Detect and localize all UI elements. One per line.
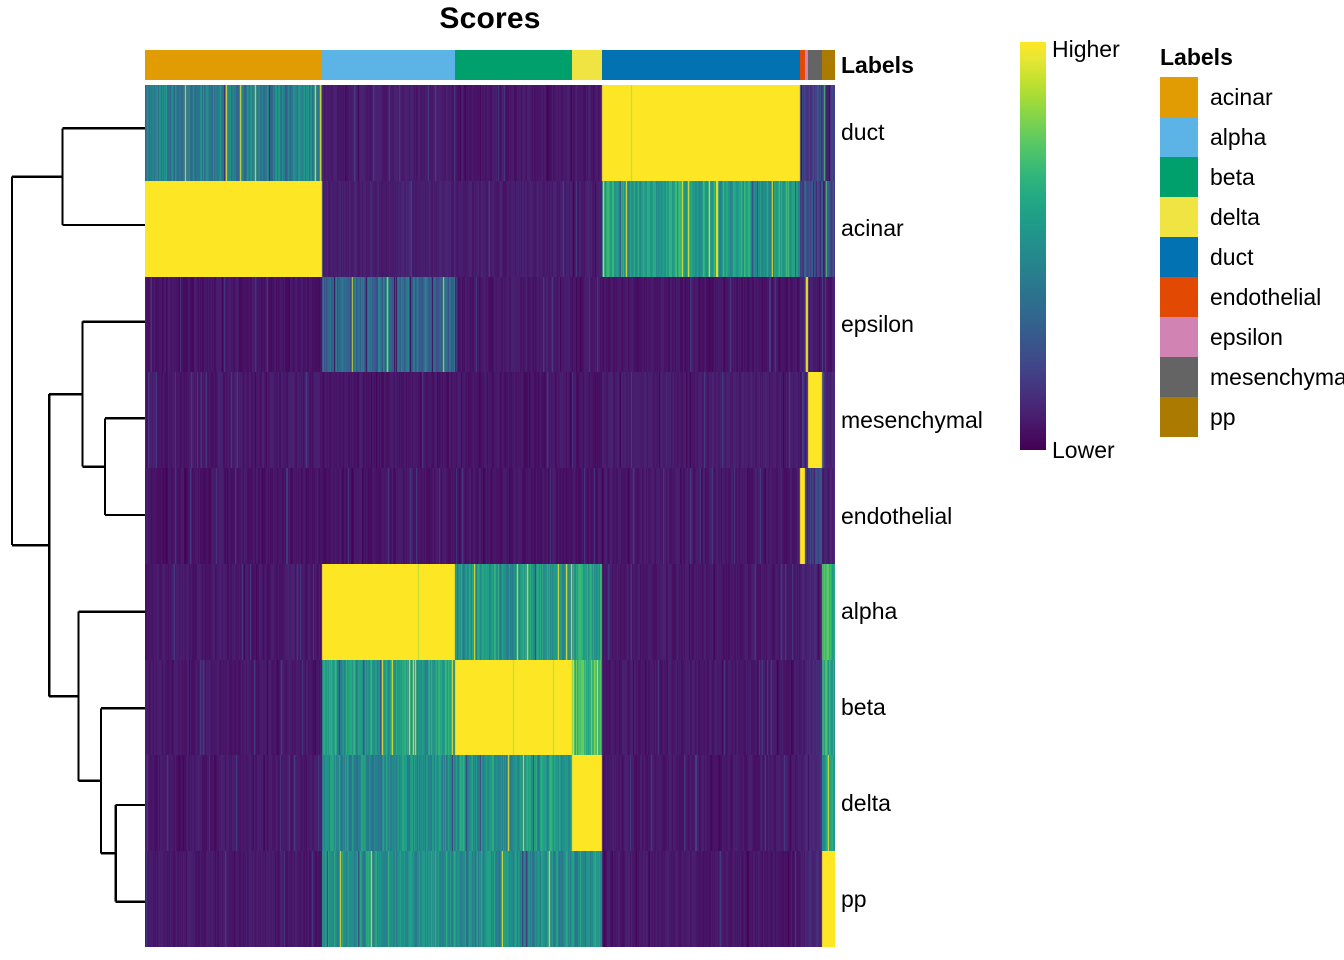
row-label-duct: duct <box>841 119 885 146</box>
heatmap-row <box>145 851 835 948</box>
legend-item-endothelial: endothelial <box>1160 277 1344 317</box>
legend-swatch-beta <box>1160 157 1198 197</box>
legend-item-acinar: acinar <box>1160 77 1344 117</box>
legend-label: acinar <box>1210 83 1273 110</box>
legend-swatch-duct <box>1160 237 1198 277</box>
legend-label: duct <box>1210 243 1254 270</box>
row-label-epsilon: epsilon <box>841 310 914 337</box>
legend-title: Labels <box>1160 44 1233 70</box>
annotation-segment-duct <box>602 50 801 80</box>
legend-label: epsilon <box>1210 323 1283 350</box>
annotation-segment-beta <box>455 50 573 80</box>
legend-swatch-acinar <box>1160 77 1198 117</box>
row-label-acinar: acinar <box>841 215 904 242</box>
colorbar-high-label: Higher <box>1052 36 1120 62</box>
legend-label: delta <box>1210 203 1260 230</box>
annotation-segment-pp <box>822 50 835 80</box>
page-title: Scores <box>439 2 541 35</box>
legend-item-epsilon: epsilon <box>1160 317 1344 357</box>
annotation-segment-delta <box>572 50 603 80</box>
legend-item-alpha: alpha <box>1160 117 1344 157</box>
row-label-pp: pp <box>841 885 867 912</box>
legend-item-beta: beta <box>1160 157 1344 197</box>
heatmap-row <box>145 85 835 181</box>
legend-swatch-endothelial <box>1160 277 1198 317</box>
row-label-alpha: alpha <box>841 598 898 625</box>
legend-label: endothelial <box>1210 283 1322 310</box>
labels-legend: Labels acinar alpha beta delta duct endotheli… <box>1160 44 1344 437</box>
legend-label: pp <box>1210 403 1236 430</box>
color-scale-bar <box>1020 42 1046 450</box>
row-label-beta: beta <box>841 694 886 721</box>
row-dendrogram <box>10 127 145 903</box>
colorbar-low-label: Lower <box>1052 437 1115 463</box>
legend-swatch-epsilon <box>1160 317 1198 357</box>
row-label-mesenchymal: mesenchymal <box>841 406 983 433</box>
row-label-delta: delta <box>841 789 891 816</box>
legend-swatch-delta <box>1160 197 1198 237</box>
row-label-list: duct acinar epsilon mesenchymal endothelial a… <box>841 85 1031 947</box>
legend-item-duct: duct <box>1160 237 1344 277</box>
annotation-segment-alpha <box>321 50 456 80</box>
column-annotation-bar <box>145 50 835 80</box>
legend-item-delta: delta <box>1160 197 1344 237</box>
legend-swatch-pp <box>1160 397 1198 437</box>
heatmap-row <box>145 276 835 373</box>
heatmap-row <box>145 659 835 756</box>
legend-label: alpha <box>1210 123 1267 150</box>
column-annotation-title: Labels <box>841 52 914 78</box>
annotation-segment-mesenchymal <box>808 50 823 80</box>
legend-item-mesenchymal: mesenchymal <box>1160 357 1344 397</box>
heatmap-row <box>145 468 835 564</box>
heatmap-row <box>145 372 835 469</box>
legend-label: mesenchymal <box>1210 363 1344 390</box>
heatmap-row <box>145 755 835 852</box>
legend-swatch-mesenchymal <box>1160 357 1198 397</box>
annotation-segment-acinar <box>145 50 322 80</box>
legend-label: beta <box>1210 163 1255 190</box>
legend-item-pp: pp <box>1160 397 1344 437</box>
heatmap-row <box>145 563 835 660</box>
heatmap-row <box>145 180 835 277</box>
heatmap-body <box>145 85 835 948</box>
legend-swatch-alpha <box>1160 117 1198 157</box>
row-label-endothelial: endothelial <box>841 502 953 529</box>
